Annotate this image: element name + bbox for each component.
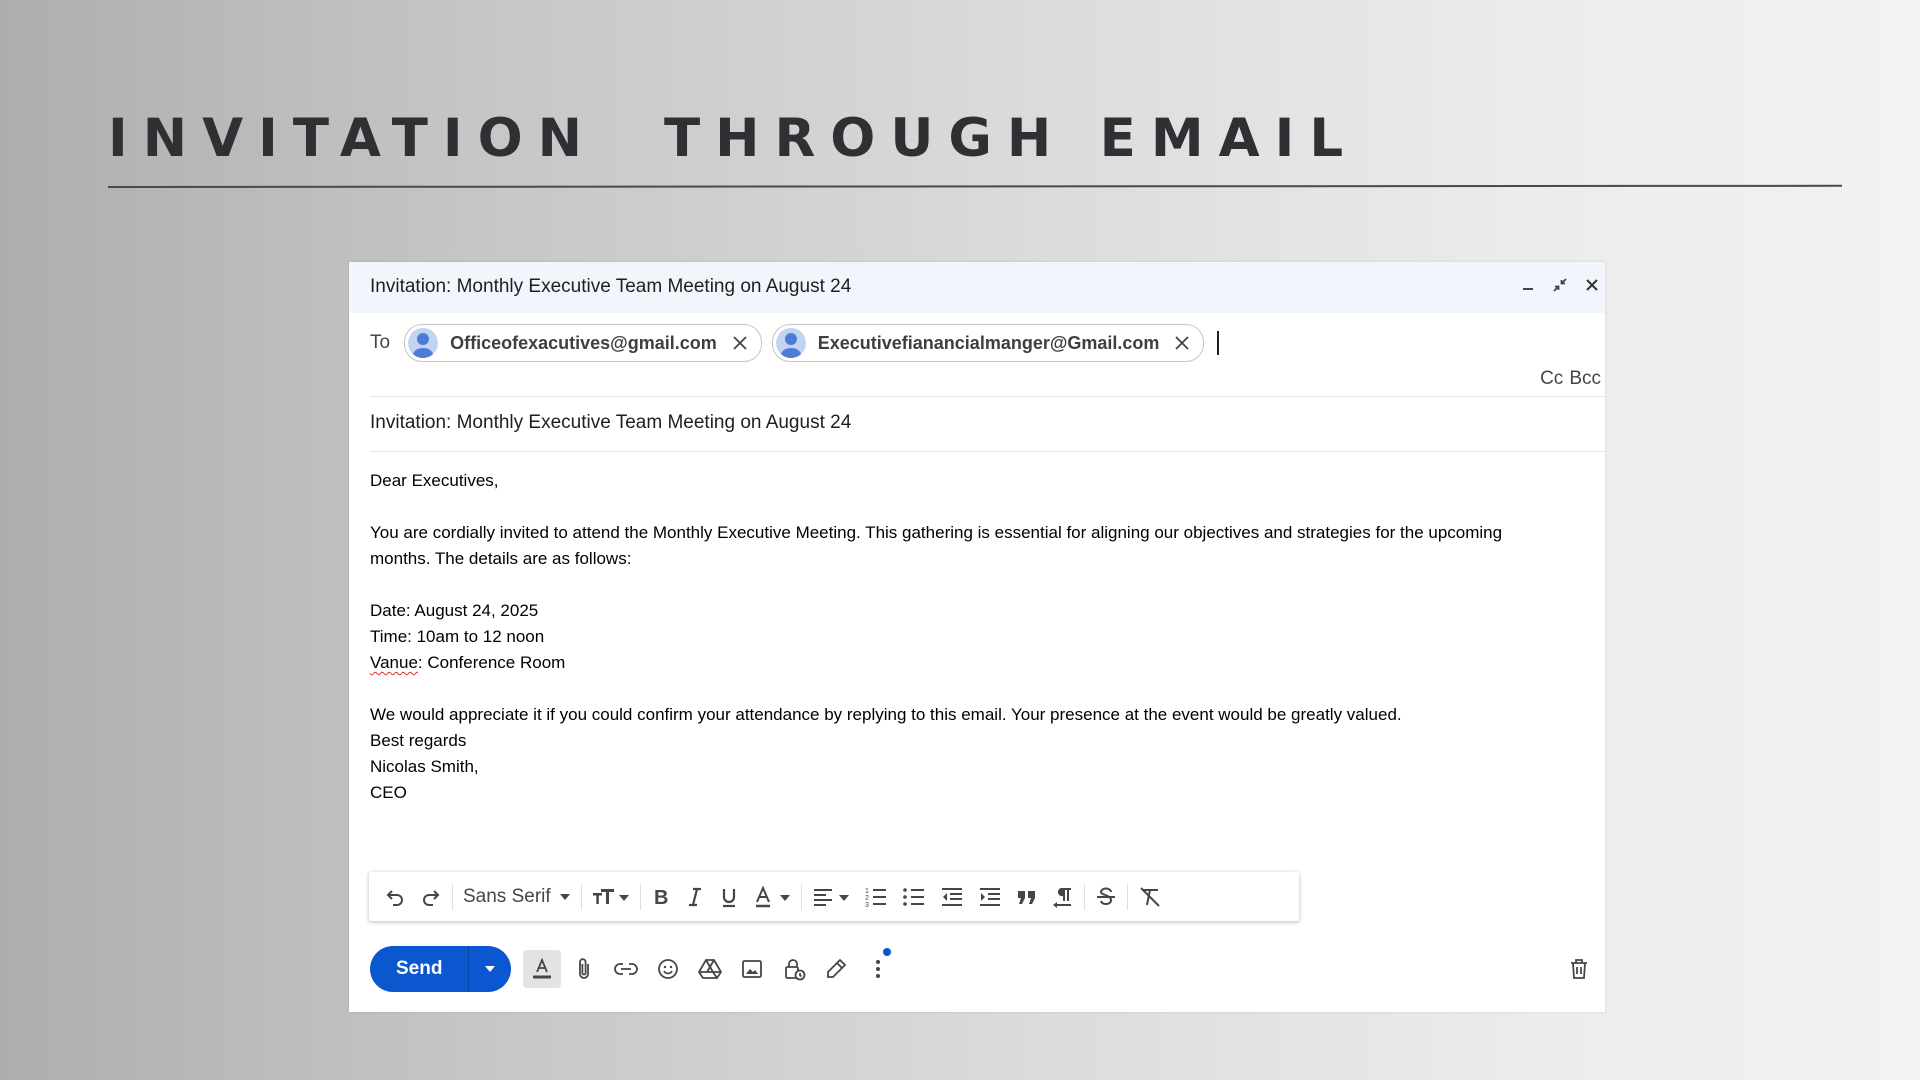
drive-icon[interactable] [691, 950, 729, 988]
recipient-email: Officeofexacutives@gmail.com [450, 332, 717, 353]
to-label: To [370, 332, 391, 353]
remove-recipient-icon[interactable] [731, 334, 749, 352]
notification-dot [883, 948, 892, 956]
font-family-select[interactable]: Sans Serif [456, 880, 578, 914]
misspelled-word[interactable]: Vanue [370, 653, 418, 672]
svg-text:1: 1 [865, 888, 869, 895]
svg-text:3: 3 [865, 902, 869, 908]
compose-actions: Send [370, 946, 1600, 992]
exit-fullscreen-icon[interactable] [1549, 274, 1571, 296]
strikethrough-icon[interactable] [1088, 880, 1124, 914]
avatar [408, 328, 439, 358]
avatar [775, 328, 806, 358]
window-controls [1517, 274, 1603, 296]
signature-name: Nicolas Smith, [370, 757, 479, 776]
recipient-email: Executivefianancialmanger@Gmail.com [817, 332, 1160, 353]
recipient-chip[interactable]: Executivefianancialmanger@Gmail.com [771, 324, 1205, 362]
font-family-value: Sans Serif [463, 885, 551, 907]
regards-line: Best regards [370, 731, 467, 750]
text-cursor [1217, 331, 1220, 355]
compose-window: Invitation: Monthly Executive Team Meeti… [349, 262, 1605, 1012]
date-line: Date: August 24, 2025 [370, 601, 539, 620]
redo-icon[interactable] [413, 880, 449, 914]
indent-less-icon[interactable] [933, 880, 971, 914]
compose-action-icons [523, 948, 897, 988]
send-button-group: Send [370, 946, 512, 992]
intro-line: You are cordially invited to attend the … [370, 523, 1503, 542]
bulleted-list-icon[interactable] [895, 880, 933, 914]
remove-recipient-icon[interactable] [1173, 334, 1191, 352]
rtl-icon[interactable] [1045, 880, 1081, 914]
closing-line: We would appreciate it if you could conf… [370, 705, 1402, 724]
chevron-down-icon [559, 893, 570, 900]
emoji-icon[interactable] [649, 950, 687, 988]
venue-line: Vanue: Conference Room [370, 650, 1570, 676]
title-divider [107, 184, 1843, 188]
formatting-toolbar: Sans Serif B 123 [369, 872, 1299, 921]
quote-icon[interactable] [1009, 880, 1045, 914]
bcc-link[interactable]: Bcc [1569, 368, 1601, 390]
intro-line: months. The details are as follows: [370, 549, 632, 568]
undo-icon[interactable] [377, 880, 413, 914]
svg-text:B: B [654, 887, 668, 908]
link-icon[interactable] [607, 950, 645, 988]
greeting: Dear Executives, [370, 471, 499, 490]
underline-icon[interactable] [712, 880, 746, 914]
svg-text:2: 2 [865, 895, 869, 902]
indent-more-icon[interactable] [971, 880, 1009, 914]
time-line: Time: 10am to 12 noon [370, 627, 545, 646]
numbered-list-icon[interactable]: 123 [857, 880, 895, 914]
cc-link[interactable]: Cc [1540, 368, 1563, 390]
divider [370, 451, 1605, 452]
bold-icon[interactable]: B [644, 880, 678, 914]
send-button[interactable]: Send [370, 946, 468, 992]
align-icon[interactable] [805, 880, 857, 914]
compose-header-title: Invitation: Monthly Executive Team Meeti… [370, 276, 852, 297]
discard-draft-icon[interactable] [1560, 950, 1598, 988]
italic-icon[interactable] [678, 880, 712, 914]
clear-formatting-icon[interactable] [1131, 880, 1169, 914]
schedule-send-chevron-icon[interactable] [469, 946, 511, 992]
signature-title: CEO [370, 783, 407, 802]
text-color-icon[interactable] [746, 880, 798, 914]
photo-icon[interactable] [733, 950, 771, 988]
formatting-options-icon[interactable] [523, 950, 562, 988]
cc-bcc-links: Cc Bcc [1540, 368, 1601, 390]
recipient-chip[interactable]: Officeofexacutives@gmail.com [404, 324, 762, 362]
divider [370, 396, 1605, 397]
minimize-icon[interactable] [1517, 274, 1539, 296]
confidential-mode-icon[interactable] [775, 950, 813, 988]
signature-icon[interactable] [817, 950, 855, 988]
venue-value: : Conference Room [417, 653, 566, 672]
slide-title: INVITATION THROUGH EMAIL [108, 108, 1359, 169]
font-size-icon[interactable] [585, 880, 637, 914]
recipients-row[interactable]: To Officeofexacutives@gmail.com Executiv… [370, 322, 1600, 364]
close-icon[interactable] [1581, 274, 1603, 296]
message-body[interactable]: Dear Executives, You are cordially invit… [370, 468, 1570, 806]
attach-icon[interactable] [565, 950, 603, 988]
subject-field[interactable]: Invitation: Monthly Executive Team Meeti… [370, 412, 851, 434]
more-options-icon[interactable] [859, 948, 897, 988]
compose-header: Invitation: Monthly Executive Team Meeti… [349, 262, 1605, 313]
